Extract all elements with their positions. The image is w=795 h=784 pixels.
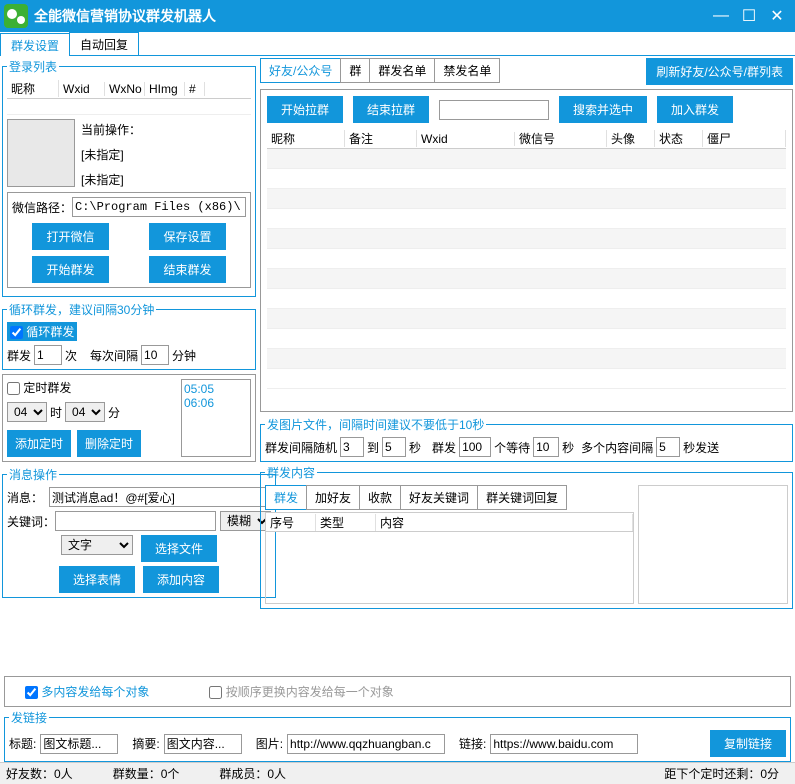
subtab-friendkw[interactable]: 好友关键词 <box>400 485 478 510</box>
batch-wait-input[interactable] <box>533 437 559 457</box>
link-pic-input[interactable] <box>287 734 445 754</box>
tab-send-list[interactable]: 群发名单 <box>369 58 435 83</box>
pic-send-legend: 发图片文件，间隔时间建议不要低于10秒 <box>265 416 486 433</box>
open-wechat-button[interactable]: 打开微信 <box>32 223 108 250</box>
link-title-input[interactable] <box>40 734 118 754</box>
close-button[interactable]: ✕ <box>763 2 791 30</box>
content-preview <box>638 485 788 604</box>
content-type-select[interactable]: 文字 <box>61 535 133 555</box>
timer-hour-select[interactable]: 04 <box>7 402 47 422</box>
link-url-input[interactable] <box>490 734 638 754</box>
tab-send-settings[interactable]: 群发设置 <box>0 33 70 56</box>
status-friends: 好友数：0人 <box>6 765 73 782</box>
seq-content-checkbox[interactable] <box>209 686 222 699</box>
refresh-button[interactable]: 刷新好友/公众号/群列表 <box>646 58 793 85</box>
subtab-collect[interactable]: 收款 <box>359 485 401 510</box>
not-specified-1: [未指定] <box>81 146 141 163</box>
login-list-legend: 登录列表 <box>7 58 59 75</box>
tab-groups[interactable]: 群 <box>340 58 370 83</box>
timer-checkbox[interactable] <box>7 382 20 395</box>
friends-table-header: 昵称 备注 Wxid 微信号 头像 状态 僵尸 <box>267 129 786 149</box>
link-legend: 发链接 <box>9 709 49 726</box>
loop-count-input[interactable] <box>34 345 62 365</box>
loop-send-group: 循环群发，建议间隔30分钟 循环群发 群发 次 每次间隔 分钟 <box>2 301 256 370</box>
rand-max-input[interactable] <box>382 437 406 457</box>
multi-content-checkbox[interactable] <box>25 686 38 699</box>
msg-op-group: 消息操作 消息： 关键词： 模糊 文字 选择文件 选择表情 添加内容 <box>2 466 276 598</box>
msg-op-legend: 消息操作 <box>7 466 59 483</box>
loop-check-label[interactable]: 循环群发 <box>7 322 77 341</box>
search-input[interactable] <box>439 100 549 120</box>
minimize-button[interactable]: — <box>707 2 735 30</box>
loop-legend: 循环群发，建议间隔30分钟 <box>7 301 156 318</box>
choose-file-button[interactable]: 选择文件 <box>141 535 217 562</box>
search-select-button[interactable]: 搜索并选中 <box>559 96 647 123</box>
start-send-button[interactable]: 开始群发 <box>32 256 108 283</box>
timer-item[interactable]: 05:05 <box>184 382 248 396</box>
wechat-icon <box>4 4 28 28</box>
timer-min-select[interactable]: 04 <box>65 402 105 422</box>
copy-link-button[interactable]: 复制链接 <box>710 730 786 757</box>
end-send-button[interactable]: 结束群发 <box>149 256 225 283</box>
send-content-legend: 群发内容 <box>265 464 317 481</box>
pic-send-group: 发图片文件，间隔时间建议不要低于10秒 群发间隔随机 到 秒 群发 个等待 秒 … <box>260 416 793 462</box>
choose-emoji-button[interactable]: 选择表情 <box>59 566 135 593</box>
login-list-group: 登录列表 昵称 Wxid WxNo HImg # 当前操作： [未指定] [未指… <box>2 58 256 297</box>
message-input[interactable] <box>49 487 271 507</box>
status-groups: 群数量：0个 <box>113 765 180 782</box>
current-op-label: 当前操作： <box>81 121 141 138</box>
content-gap-input[interactable] <box>656 437 680 457</box>
status-next-timer: 距下个定时还剩：0分 <box>664 765 779 782</box>
timer-check-label[interactable]: 定时群发 <box>7 381 71 395</box>
subtab-groupkw[interactable]: 群关键词回复 <box>477 485 567 510</box>
end-pull-button[interactable]: 结束拉群 <box>353 96 429 123</box>
tab-auto-reply[interactable]: 自动回复 <box>69 32 139 55</box>
link-group: 发链接 标题: 摘要: 图片: 链接: 复制链接 <box>4 709 791 762</box>
batch-count-input[interactable] <box>459 437 491 457</box>
maximize-button[interactable]: ☐ <box>735 2 763 30</box>
timer-item[interactable]: 06:06 <box>184 396 248 410</box>
add-content-button[interactable]: 添加内容 <box>143 566 219 593</box>
subtab-send[interactable]: 群发 <box>265 485 307 510</box>
rand-min-input[interactable] <box>340 437 364 457</box>
loop-interval-input[interactable] <box>141 345 169 365</box>
keyword-input[interactable] <box>55 511 216 531</box>
tab-block-list[interactable]: 禁发名单 <box>434 58 500 83</box>
status-bar: 好友数：0人 群数量：0个 群成员：0人 距下个定时还剩：0分 <box>0 762 795 784</box>
friends-table-body[interactable] <box>267 149 786 405</box>
status-members: 群成员：0人 <box>219 765 286 782</box>
timer-list[interactable]: 05:05 06:06 <box>181 379 251 457</box>
subtab-addfriend[interactable]: 加好友 <box>306 485 360 510</box>
content-table-body[interactable] <box>265 532 634 604</box>
loop-checkbox[interactable] <box>10 326 23 339</box>
tab-friends[interactable]: 好友/公众号 <box>260 58 341 83</box>
avatar <box>7 119 75 187</box>
window-title: 全能微信营销协议群发机器人 <box>34 6 707 26</box>
save-config-button[interactable]: 保存设置 <box>149 223 225 250</box>
not-specified-2: [未指定] <box>81 171 141 188</box>
send-content-group: 群发内容 群发 加好友 收款 好友关键词 群关键词回复 序号 类型 内容 <box>260 464 793 609</box>
login-table-header: 昵称 Wxid WxNo HImg # <box>7 79 251 99</box>
add-timer-button[interactable]: 添加定时 <box>7 430 71 457</box>
wx-path-label: 微信路径： <box>12 199 72 216</box>
seq-content-label[interactable]: 按顺序更换内容发给每一个对象 <box>209 683 393 700</box>
login-table-body <box>7 99 251 115</box>
link-summary-input[interactable] <box>164 734 242 754</box>
add-to-send-button[interactable]: 加入群发 <box>657 96 733 123</box>
wx-path-input[interactable] <box>72 197 246 217</box>
start-pull-button[interactable]: 开始拉群 <box>267 96 343 123</box>
multi-content-label[interactable]: 多内容发给每个对象 <box>25 683 149 700</box>
del-timer-button[interactable]: 删除定时 <box>77 430 141 457</box>
